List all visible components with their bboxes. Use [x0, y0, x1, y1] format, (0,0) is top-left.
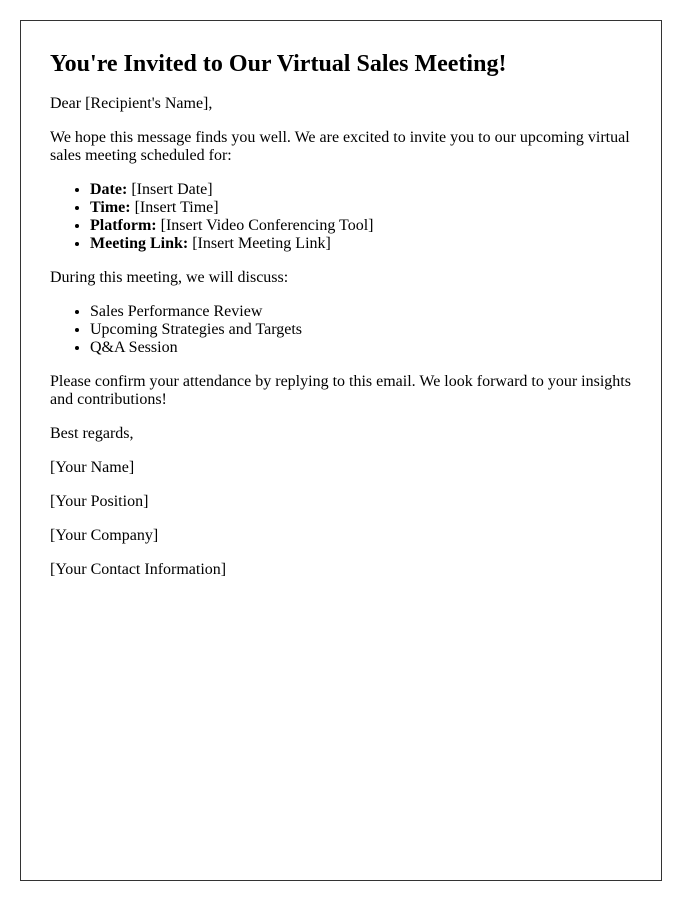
detail-label: Meeting Link:	[90, 235, 189, 252]
letter-container: You're Invited to Our Virtual Sales Meet…	[20, 20, 662, 881]
detail-value: [Insert Time]	[130, 199, 219, 216]
detail-value: [Insert Date]	[127, 181, 213, 198]
letter-title: You're Invited to Our Virtual Sales Meet…	[50, 51, 507, 77]
signature-name: [Your Name]	[50, 459, 135, 476]
detail-value: [Insert Video Conferencing Tool]	[156, 217, 374, 234]
detail-label: Time:	[90, 199, 131, 216]
sign-off: Best regards,	[50, 425, 134, 442]
detail-label: Date:	[90, 181, 128, 198]
detail-date: Date: [Insert Date]	[90, 181, 632, 199]
agenda-item: Q&A Session	[90, 339, 632, 357]
signature-contact: [Your Contact Information]	[50, 561, 227, 578]
detail-meeting-link: Meeting Link: [Insert Meeting Link]	[90, 235, 632, 253]
agenda-item: Sales Performance Review	[90, 303, 632, 321]
agenda-intro: During this meeting, we will discuss:	[50, 269, 289, 286]
closing-request: Please confirm your attendance by replyi…	[50, 373, 631, 408]
agenda-list: Sales Performance Review Upcoming Strate…	[50, 303, 632, 357]
detail-value: [Insert Meeting Link]	[188, 235, 331, 252]
greeting: Dear [Recipient's Name],	[50, 95, 213, 112]
detail-label: Platform:	[90, 217, 157, 234]
intro-paragraph: We hope this message finds you well. We …	[50, 129, 630, 164]
meeting-details-list: Date: [Insert Date] Time: [Insert Time] …	[50, 181, 632, 253]
detail-platform: Platform: [Insert Video Conferencing Too…	[90, 217, 632, 235]
signature-position: [Your Position]	[50, 493, 149, 510]
detail-time: Time: [Insert Time]	[90, 199, 632, 217]
agenda-item: Upcoming Strategies and Targets	[90, 321, 632, 339]
signature-company: [Your Company]	[50, 527, 159, 544]
